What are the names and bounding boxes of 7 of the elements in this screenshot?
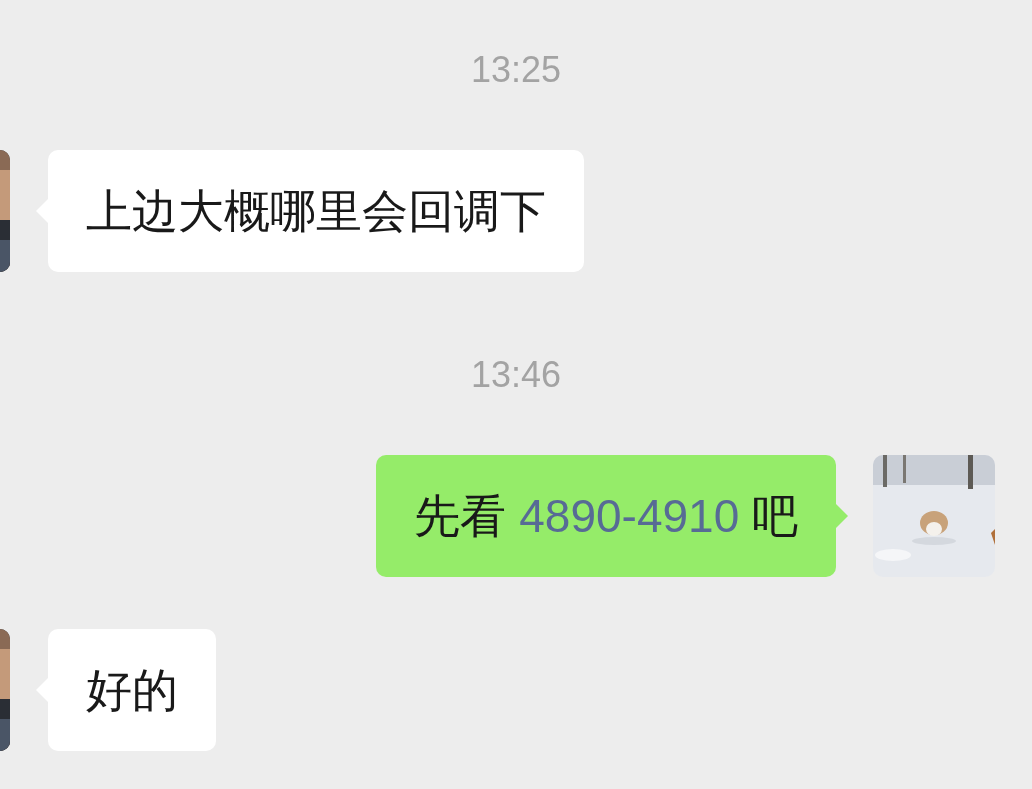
message-bubble: 好的 [48, 629, 216, 751]
number-link[interactable]: 4890-4910 [519, 490, 740, 542]
timestamp: 13:46 [470, 355, 562, 395]
message-bubble: 先看 4890-4910 吧 [376, 455, 836, 577]
message-bubble: 上边大概哪里会回调下 [48, 150, 584, 272]
timestamp: 13:25 [470, 50, 562, 90]
bubble-tail [836, 504, 848, 528]
